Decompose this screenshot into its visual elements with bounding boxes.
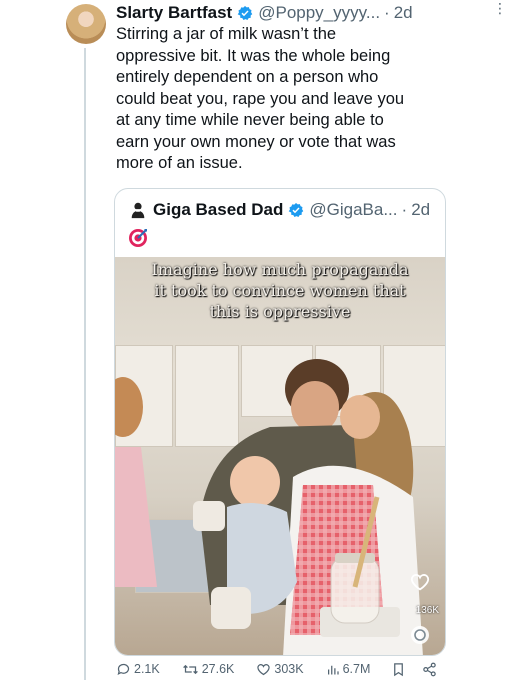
reply-icon [117,663,130,675]
handle[interactable]: @Poppy_yyyy... [258,3,380,23]
avatar[interactable] [66,4,106,44]
display-name[interactable]: Slarty Bartfast [116,3,232,23]
tweet-header: Slarty Bartfast @Poppy_yyyy... · 2d [116,2,496,24]
separator: · [384,3,390,22]
reply-count: 2.1K [134,662,160,676]
verified-badge-icon [289,203,304,217]
views-chart-icon [327,665,339,674]
quoted-display-name[interactable]: Giga Based Dad [153,200,283,220]
video-like-heart-icon[interactable] [403,571,437,593]
quoted-tweet[interactable]: Giga Based Dad @GigaBa... · 2d Imagine h… [114,188,446,656]
tweet-text-line: earn your own money or vote that was [116,132,396,151]
action-bar: 2.1K 27.6K 303K 6.7M [116,660,496,678]
tweet-text-line: more of an issue. [116,154,243,172]
repost-button[interactable]: 27.6K [182,662,235,677]
bookmark-button[interactable] [392,662,408,677]
heart-icon [257,663,271,675]
repost-icon [182,664,198,674]
tweet-text-line: oppressive bit. It was the whole being [116,46,391,65]
tweet-text-line: could beat you, rape you and leave you [116,89,405,108]
timestamp[interactable]: 2d [394,3,413,23]
views-count: 6.7M [342,662,371,676]
separator: · [401,200,408,219]
reply-button[interactable]: 2.1K [116,662,160,677]
quoted-timestamp: 2d [411,200,431,219]
quoted-tweet-header: Giga Based Dad @GigaBa... · 2d [129,199,430,221]
share-icon [423,662,437,676]
tweet-text-line: Stirring a jar of milk wasn’t the [116,25,337,43]
caption-line: Imagine how much propaganda [151,260,409,279]
like-button[interactable]: 303K [256,662,304,677]
verified-badge-icon [237,6,253,20]
video-caption: Imagine how much propaganda it took to c… [115,259,445,322]
bookmark-icon [394,662,404,676]
tweet-text: Stirring a jar of milk wasn’t the oppres… [116,24,436,175]
video-comment-icon[interactable] [403,623,437,647]
like-count: 303K [274,662,304,676]
video-like-count: 136K [415,605,439,616]
views-button[interactable]: 6.7M [326,662,371,677]
caption-line: this is oppressive [209,302,351,321]
video-player[interactable]: Imagine how much propaganda it took to c… [115,257,445,655]
quoted-avatar-icon[interactable] [129,201,147,219]
share-button[interactable] [422,662,440,677]
caption-line: it took to convince women that [154,281,406,300]
thread-line [84,48,86,680]
tweet-text-line: at any time while never being able to [116,111,384,129]
more-options-icon[interactable]: ⋮ [493,0,507,17]
quoted-handle[interactable]: @GigaBa... [309,200,397,220]
target-emoji-icon [129,229,147,247]
tweet-text-line: entirely dependent on a person who [116,68,379,86]
repost-count: 27.6K [201,662,235,676]
